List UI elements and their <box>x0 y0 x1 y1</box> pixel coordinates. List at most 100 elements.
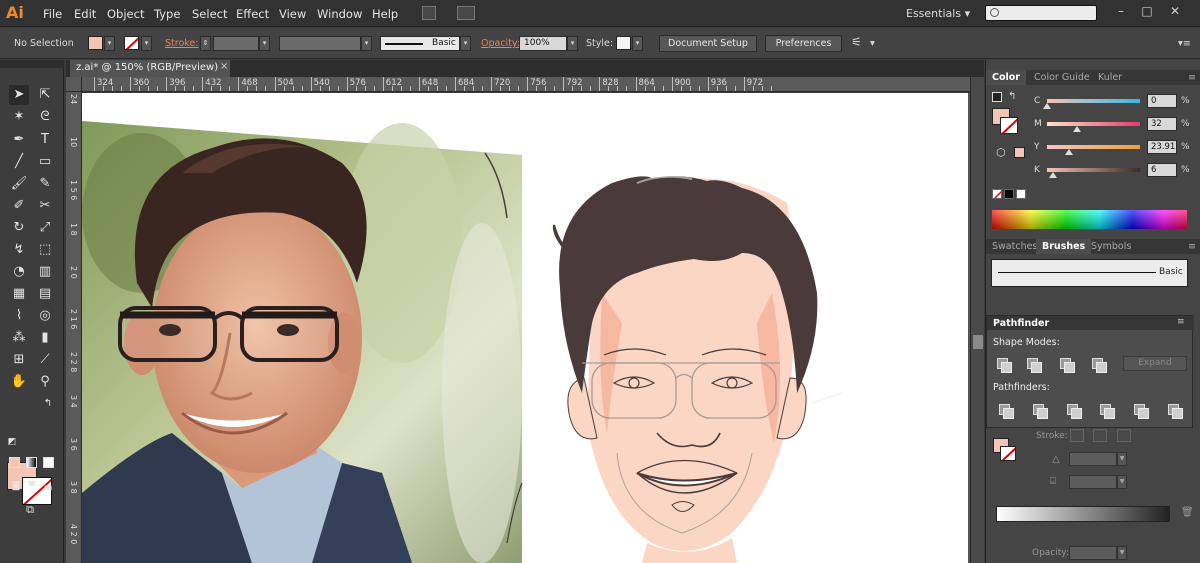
stroke-option-dropdown-2[interactable] <box>1069 475 1117 489</box>
appearance-stroke-swatch[interactable] <box>1000 446 1016 461</box>
scrollbar-thumb[interactable] <box>973 335 983 349</box>
close-icon[interactable]: × <box>220 61 228 72</box>
tab-kuler[interactable]: Kuler <box>1092 70 1128 85</box>
channel-slider-track[interactable] <box>1047 168 1140 172</box>
ruler-origin[interactable] <box>66 77 82 92</box>
channel-slider-track[interactable] <box>1047 122 1140 126</box>
crop-icon[interactable] <box>1100 404 1115 419</box>
panel-menu-icon[interactable]: ▾≡ <box>1178 38 1191 49</box>
rotate-tool-icon[interactable]: ↻ <box>9 218 29 238</box>
channel-value-input[interactable]: 6 <box>1147 163 1177 177</box>
column-graph-tool-icon[interactable]: ▮ <box>35 328 55 348</box>
blob-brush-tool-icon[interactable]: ✐ <box>9 196 29 216</box>
close-icon[interactable]: ✕ <box>1166 4 1184 20</box>
channel-slider-knob[interactable] <box>1048 172 1057 178</box>
tab-color-guide[interactable]: Color Guide <box>1028 70 1096 85</box>
opacity-panel-dropdown[interactable] <box>1069 546 1117 560</box>
panel-menu-icon[interactable]: ≡ <box>1177 317 1185 327</box>
menu-effect[interactable]: Effect <box>236 7 269 21</box>
color-spectrum-ramp[interactable] <box>992 210 1187 229</box>
merge-icon[interactable] <box>1067 404 1082 419</box>
stroke-swatch[interactable] <box>124 36 139 50</box>
line-tool-icon[interactable]: ╱ <box>9 152 29 172</box>
unite-icon[interactable] <box>997 358 1012 373</box>
minus-front-icon[interactable] <box>1027 358 1042 373</box>
cap-square-icon[interactable] <box>1117 429 1131 442</box>
workspace-switcher[interactable]: Essentials ▾ <box>906 7 970 20</box>
arrange-icon[interactable]: ⚟ <box>851 35 862 49</box>
graph-tool-icon[interactable]: ▥ <box>35 262 55 282</box>
preferences-button[interactable]: Preferences <box>765 35 842 52</box>
document-tab[interactable]: z.ai* @ 150% (RGB/Preview) × <box>70 60 230 77</box>
pen-tool-icon[interactable]: ✒ <box>9 130 29 150</box>
exclude-icon[interactable] <box>1092 358 1107 373</box>
channel-slider-track[interactable] <box>1047 145 1140 149</box>
horizontal-ruler[interactable]: 324 360 396 432 468 504 540 576 612 648 684 720 756 7… <box>82 77 970 92</box>
color-mode-icon[interactable] <box>9 457 20 468</box>
draw-inside-icon[interactable]: ◛ <box>38 476 58 496</box>
swap-fill-stroke-icon[interactable]: ↰ <box>38 394 58 414</box>
cap-round-icon[interactable] <box>1093 429 1107 442</box>
artboard[interactable] <box>82 93 968 563</box>
channel-slider-knob[interactable] <box>1043 103 1051 109</box>
slice-tool-icon[interactable]: ⟋ <box>35 350 55 370</box>
opacity-label[interactable]: Opacity: <box>481 38 520 49</box>
bridge-icon[interactable] <box>422 6 436 20</box>
pencil-tool-icon[interactable]: ✎ <box>35 174 55 194</box>
menu-window[interactable]: Window <box>317 7 362 21</box>
type-tool-icon[interactable]: T <box>35 130 55 150</box>
channel-value-input[interactable]: 32 <box>1147 117 1177 131</box>
menu-file[interactable]: File <box>43 7 62 21</box>
channel-slider-knob[interactable] <box>1072 126 1081 132</box>
trash-icon[interactable]: 🗑 <box>1181 507 1194 518</box>
arrange-documents-icon[interactable] <box>457 6 475 20</box>
zoom-tool-icon[interactable]: ⚲ <box>35 372 55 392</box>
chevron-down-icon[interactable]: ▼ <box>1117 452 1127 466</box>
style-caret[interactable]: ▾ <box>632 36 643 51</box>
pathfinder-title[interactable]: Pathfinder <box>993 318 1049 329</box>
artboard-tool-icon[interactable]: ⊞ <box>9 350 29 370</box>
paintbrush-tool-icon[interactable]: 🖌 <box>9 174 29 194</box>
warp-tool-icon[interactable]: ↯ <box>9 240 29 260</box>
brush-definition-dropdown[interactable]: Basic <box>380 36 460 51</box>
document-setup-button[interactable]: Document Setup <box>659 35 757 52</box>
black-swatch[interactable] <box>1004 189 1014 199</box>
tab-brushes[interactable]: Brushes <box>1036 239 1092 254</box>
default-colors-icon[interactable]: ◩ <box>2 432 22 452</box>
expand-button[interactable]: Expand <box>1123 356 1187 371</box>
vertical-ruler[interactable]: 24 10 1 5 6 1 8 2 0 2 1 6 2 2 8 3 4 3 6 3 8 4 2 0 <box>66 92 82 563</box>
gradient-tool-icon[interactable]: ▤ <box>35 284 55 304</box>
stroke-weight-stepper[interactable]: ⇕ <box>200 36 211 51</box>
divide-icon[interactable] <box>999 404 1014 419</box>
vector-caricature[interactable] <box>82 93 968 563</box>
fill-dropdown-caret[interactable]: ▾ <box>104 36 115 51</box>
eyedropper-tool-icon[interactable]: ⌇ <box>9 306 29 326</box>
magic-wand-tool-icon[interactable]: ✶ <box>9 107 29 127</box>
opacity-input[interactable]: 100% <box>519 36 567 51</box>
chevron-down-icon[interactable]: ▼ <box>1117 475 1127 489</box>
intersect-icon[interactable] <box>1060 358 1075 373</box>
rectangle-tool-icon[interactable]: ▭ <box>35 152 55 172</box>
free-transform-tool-icon[interactable]: ⬚ <box>35 240 55 260</box>
stroke-label[interactable]: Stroke: <box>165 38 198 49</box>
mesh-tool-icon[interactable]: ▦ <box>9 284 29 304</box>
tab-color[interactable]: Color <box>986 70 1026 85</box>
panel-menu-icon[interactable]: ≡ <box>1182 239 1200 254</box>
outline-icon[interactable] <box>1134 404 1149 419</box>
tab-symbols[interactable]: Symbols <box>1085 239 1137 254</box>
minimize-icon[interactable]: – <box>1112 4 1130 20</box>
canvas-vertical-scrollbar[interactable] <box>970 77 984 563</box>
shape-builder-tool-icon[interactable]: ◔ <box>9 262 29 282</box>
screen-mode-icon[interactable]: ⧉ <box>20 500 40 520</box>
gradient-mode-icon[interactable] <box>26 457 37 468</box>
menu-edit[interactable]: Edit <box>74 7 96 21</box>
variable-width-profile[interactable] <box>279 36 361 51</box>
gradient-slider[interactable] <box>996 506 1170 522</box>
brush-caret[interactable]: ▾ <box>460 36 471 51</box>
profile-caret[interactable]: ▾ <box>361 36 372 51</box>
channel-slider-knob[interactable] <box>1065 149 1074 155</box>
panel-menu-icon[interactable]: ≡ <box>1182 70 1200 85</box>
selection-tool-icon[interactable]: ➤ <box>9 85 29 105</box>
blend-tool-icon[interactable]: ◎ <box>35 306 55 326</box>
chevron-down-icon[interactable]: ▾ <box>870 38 875 49</box>
